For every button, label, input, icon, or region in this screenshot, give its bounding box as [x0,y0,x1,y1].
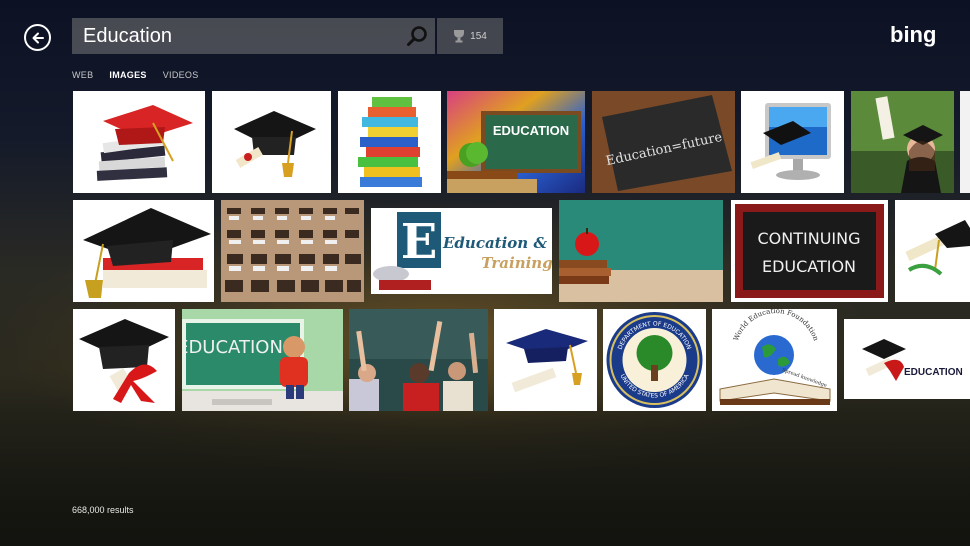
image-result-department-of-education-seal[interactable]: DEPARTMENT OF EDUCATION UNITED STATES OF… [603,309,706,411]
image-result-green-board-apple[interactable] [559,200,723,302]
search-icon [407,26,427,46]
tab-web[interactable]: WEB [72,70,93,80]
cap-red-ribbon-image [73,309,175,411]
image-result-graduate-woman[interactable] [851,91,954,193]
mortarboard-diploma-image [212,91,331,193]
image-result-education-chalkboard-apple[interactable]: EDUCATION [447,91,585,193]
monitor-diploma-image [741,91,844,193]
stack-of-books-image [338,91,441,193]
tab-images[interactable]: IMAGES [109,70,146,80]
image-result-continuing-education[interactable]: CONTINUING EDUCATION [731,200,888,302]
image-result-students-raising-hands[interactable] [349,309,488,411]
bing-logo: bing [890,22,946,54]
continuing-education-image: CONTINUING EDUCATION [731,200,888,302]
svg-text:Training: Training [481,254,552,272]
svg-text:bing: bing [890,24,936,47]
image-result-teacher-education-board[interactable]: EDUCATION [182,309,343,411]
education-training-image: E Education & Training [371,208,552,294]
svg-text:EDUCATION: EDUCATION [493,123,569,138]
cap-tassel-diploma-image [73,200,214,302]
world-education-foundation-image: World Education Foundation Spread knowle… [712,309,837,411]
image-result-education-future-chalkboard[interactable]: Education=future [592,91,735,193]
cap-education-partial-image: EDUCATION [844,319,970,399]
svg-text:Education &: Education & [442,234,547,252]
exam-hall-image [221,200,364,302]
svg-text:EDUCATION: EDUCATION [904,367,963,378]
results-count: 668,000 results [72,505,134,515]
image-result-cap-red-ribbon[interactable] [73,309,175,411]
graduate-woman-image [851,91,954,193]
tab-videos[interactable]: VIDEOS [163,70,199,80]
image-result-mortarboard-diploma[interactable] [212,91,331,193]
image-result-graduation-cap-books[interactable] [73,91,205,193]
bing-logo-mark: bing [890,22,936,47]
image-result-cap-scroll[interactable] [494,309,597,411]
image-result-cap-tassel-diploma[interactable] [73,200,214,302]
search-tabs: WEB IMAGES VIDEOS [72,70,199,80]
back-button[interactable] [24,24,51,51]
students-raising-hands-image [349,309,488,411]
image-result-cap-diploma-partial[interactable] [895,200,970,302]
image-result-cap-education-partial[interactable]: EDUCATION [844,319,970,399]
rewards-button[interactable]: 154 [437,18,503,54]
image-result-world-education-foundation[interactable]: World Education Foundation Spread knowle… [712,309,837,411]
graduation-cap-books-image [73,91,205,193]
education-chalkboard-apple-image: EDUCATION [447,91,585,193]
rewards-count: 154 [470,30,487,42]
search-button[interactable] [399,18,435,54]
cap-scroll-image [494,309,597,411]
green-board-apple-image [559,200,723,302]
image-result-exam-hall[interactable] [221,200,364,302]
image-result-monitor-diploma[interactable] [741,91,844,193]
search-box [72,17,435,55]
search-input[interactable] [72,17,399,55]
image-result-stack-of-books[interactable] [338,91,441,193]
back-arrow-icon [32,32,44,43]
svg-text:CONTINUING: CONTINUING [758,229,861,248]
partial-image [960,91,970,193]
svg-text:E: E [401,214,438,270]
education-future-chalkboard-image: Education=future [592,91,735,193]
department-of-education-seal-image: DEPARTMENT OF EDUCATION UNITED STATES OF… [603,309,706,411]
image-result-education-training[interactable]: E Education & Training [371,208,552,294]
svg-text:EDUCATION: EDUCATION [182,337,283,358]
image-result-partial-row1[interactable] [960,91,970,193]
background-landscape [0,395,970,546]
teacher-education-board-image: EDUCATION [182,309,343,411]
cap-diploma-partial-image [895,200,970,302]
svg-text:EDUCATION: EDUCATION [762,257,856,276]
trophy-icon [454,30,465,43]
